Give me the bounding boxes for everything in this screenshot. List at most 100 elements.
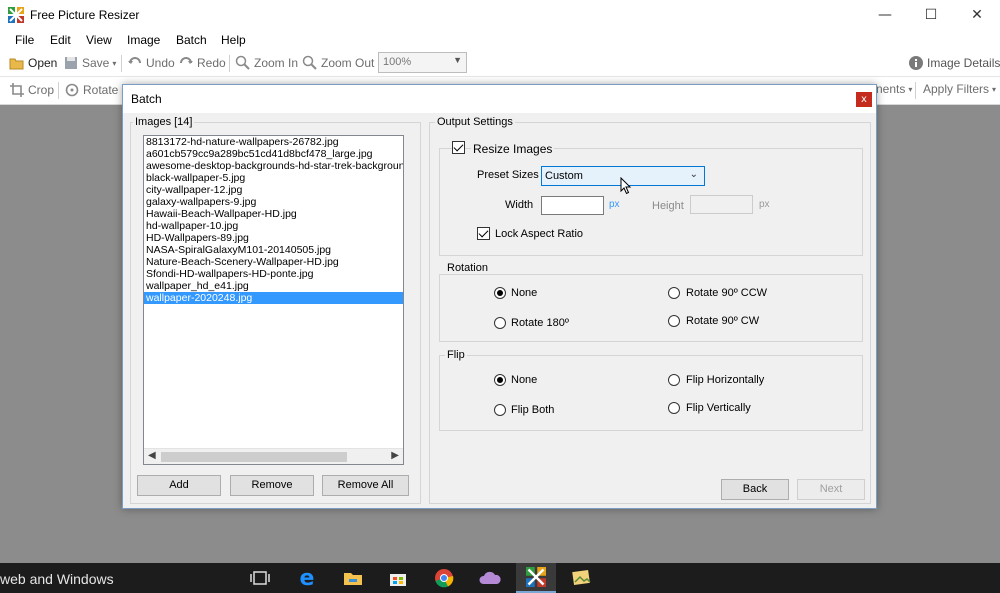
width-unit: px xyxy=(609,199,620,210)
image-list-item[interactable]: wallpaper_hd_e41.jpg xyxy=(144,280,403,292)
zoom-out-button[interactable]: Zoom Out xyxy=(302,55,374,71)
rotation-ccw-radio[interactable] xyxy=(668,287,680,299)
floppy-disk-icon xyxy=(65,57,77,69)
taskbar-search-text[interactable]: web and Windows xyxy=(0,571,114,587)
image-details-button[interactable]: Image Details xyxy=(908,55,1000,71)
scroll-right-icon[interactable]: ▶ xyxy=(391,450,399,461)
flip-vertical-radio[interactable] xyxy=(668,402,680,414)
cloud-app-icon[interactable] xyxy=(470,563,510,593)
menu-batch[interactable]: Batch xyxy=(176,33,207,47)
menu-view[interactable]: View xyxy=(86,33,112,47)
file-explorer-icon[interactable] xyxy=(333,563,373,593)
close-window-button[interactable]: ✕ xyxy=(954,0,1000,30)
image-list-item[interactable]: Hawaii-Beach-Wallpaper-HD.jpg xyxy=(144,208,403,220)
scroll-left-icon[interactable]: ◀ xyxy=(148,450,156,461)
preset-sizes-label: Preset Sizes xyxy=(477,169,539,181)
menu-help[interactable]: Help xyxy=(221,33,246,47)
undo-icon xyxy=(128,57,141,64)
image-list-item[interactable]: NASA-SpiralGalaxyM101-20140505.jpg xyxy=(144,244,403,256)
open-button[interactable]: Open xyxy=(9,55,57,71)
dialog-title: Batch xyxy=(131,92,162,106)
image-list-item[interactable]: 8813172-hd-nature-wallpapers-26782.jpg xyxy=(144,136,403,148)
image-list-item[interactable]: city-wallpaper-12.jpg xyxy=(144,184,403,196)
edge-browser-icon[interactable]: e xyxy=(287,563,327,593)
images-listbox[interactable]: 8813172-hd-nature-wallpapers-26782.jpg a6… xyxy=(143,135,404,465)
zoom-in-icon xyxy=(235,55,250,70)
chrome-icon[interactable] xyxy=(424,563,464,593)
image-list-item[interactable]: hd-wallpaper-10.jpg xyxy=(144,220,403,232)
chevron-down-icon: ⌄ xyxy=(689,169,698,180)
image-list-item[interactable]: galaxy-wallpapers-9.jpg xyxy=(144,196,403,208)
windows-taskbar: web and Windows e xyxy=(0,563,1000,593)
maximize-button[interactable]: ☐ xyxy=(908,0,954,30)
rotate-button[interactable]: Rotate 9 xyxy=(64,82,128,98)
zoom-in-button[interactable]: Zoom In xyxy=(235,55,298,71)
add-button[interactable]: Add xyxy=(137,475,221,496)
back-button[interactable]: Back xyxy=(721,479,789,500)
crop-button[interactable]: Crop xyxy=(9,82,54,98)
width-label: Width xyxy=(505,199,534,211)
resize-images-checkbox[interactable] xyxy=(452,141,465,154)
image-list-item[interactable]: awesome-desktop-backgrounds-hd-star-trek… xyxy=(144,160,403,172)
scrollbar-thumb[interactable] xyxy=(161,452,347,462)
dialog-titlebar: Batch x xyxy=(123,85,876,113)
image-list-item[interactable]: a601cb579cc9a289bc51cd41d8bcf478_large.j… xyxy=(144,148,403,160)
redo-icon xyxy=(180,57,193,64)
flip-horizontal-radio[interactable] xyxy=(668,374,680,386)
folder-open-icon xyxy=(9,58,24,70)
flip-none-label: None xyxy=(511,374,538,386)
chevron-down-icon: ▾ xyxy=(112,58,117,68)
flip-vertical-label: Flip Vertically xyxy=(686,402,751,414)
rotation-cw-label: Rotate 90º CW xyxy=(686,315,760,327)
apply-filters-button[interactable]: Apply Filters ▾ xyxy=(923,82,996,96)
rotation-none-radio[interactable] xyxy=(494,287,506,299)
image-list: 8813172-hd-nature-wallpapers-26782.jpg a6… xyxy=(144,136,403,304)
height-label: Height xyxy=(652,200,684,212)
rotation-group-label: Rotation xyxy=(445,262,490,274)
zoom-out-icon xyxy=(302,55,317,70)
flip-horizontal-label: Flip Horizontally xyxy=(686,374,765,386)
minimize-button[interactable]: — xyxy=(862,0,908,30)
app-title: Free Picture Resizer xyxy=(30,8,140,22)
menu-image[interactable]: Image xyxy=(127,33,160,47)
output-settings-label: Output Settings xyxy=(435,116,515,128)
save-button[interactable]: Save ▾ xyxy=(63,55,116,71)
flip-none-radio[interactable] xyxy=(494,374,506,386)
rotation-180-label: Rotate 180º xyxy=(511,317,569,329)
rotation-180-radio[interactable] xyxy=(494,317,506,329)
batch-dialog: Batch x Images [14] 8813172-hd-nature-wa… xyxy=(122,84,877,509)
task-view-icon[interactable] xyxy=(240,563,280,593)
flip-both-radio[interactable] xyxy=(494,404,506,416)
free-picture-resizer-taskbar-icon[interactable] xyxy=(516,563,556,593)
dialog-close-button[interactable]: x xyxy=(856,92,872,107)
menu-file[interactable]: File xyxy=(15,33,34,47)
horizontal-scrollbar[interactable]: ◀ ▶ xyxy=(144,448,403,464)
height-input[interactable] xyxy=(690,195,753,214)
rotate-icon xyxy=(65,83,79,97)
remove-button[interactable]: Remove xyxy=(230,475,314,496)
flip-group-label: Flip xyxy=(445,349,467,361)
rotation-cw-radio[interactable] xyxy=(668,315,680,327)
lock-aspect-ratio-checkbox[interactable] xyxy=(477,227,490,240)
chevron-down-icon: ▾ xyxy=(908,84,913,94)
undo-button[interactable]: Undo xyxy=(127,55,175,71)
remove-all-button[interactable]: Remove All xyxy=(322,475,409,496)
resize-images-label: Resize Images xyxy=(471,142,555,156)
image-list-item[interactable]: Sfondi-HD-wallpapers-HD-ponte.jpg xyxy=(144,268,403,280)
redo-button[interactable]: Redo xyxy=(178,55,226,71)
flip-both-label: Flip Both xyxy=(511,404,555,416)
adjustments-button[interactable]: nents ▾ xyxy=(876,82,912,96)
images-group-label: Images [14] xyxy=(133,116,195,128)
image-list-item[interactable]: black-wallpaper-5.jpg xyxy=(144,172,403,184)
image-list-item[interactable]: Nature-Beach-Scenery-Wallpaper-HD.jpg xyxy=(144,256,403,268)
image-list-item[interactable]: HD-Wallpapers-89.jpg xyxy=(144,232,403,244)
photos-app-icon[interactable] xyxy=(562,563,602,593)
rotation-group xyxy=(439,274,863,342)
menu-edit[interactable]: Edit xyxy=(50,33,71,47)
next-button[interactable]: Next xyxy=(797,479,865,500)
image-list-item[interactable]: wallpaper-2020248.jpg xyxy=(144,292,403,304)
store-icon[interactable] xyxy=(378,563,418,593)
mouse-cursor-icon xyxy=(620,177,632,195)
width-input[interactable] xyxy=(541,196,604,215)
zoom-level-select[interactable]: 100% ▼ xyxy=(378,52,467,73)
